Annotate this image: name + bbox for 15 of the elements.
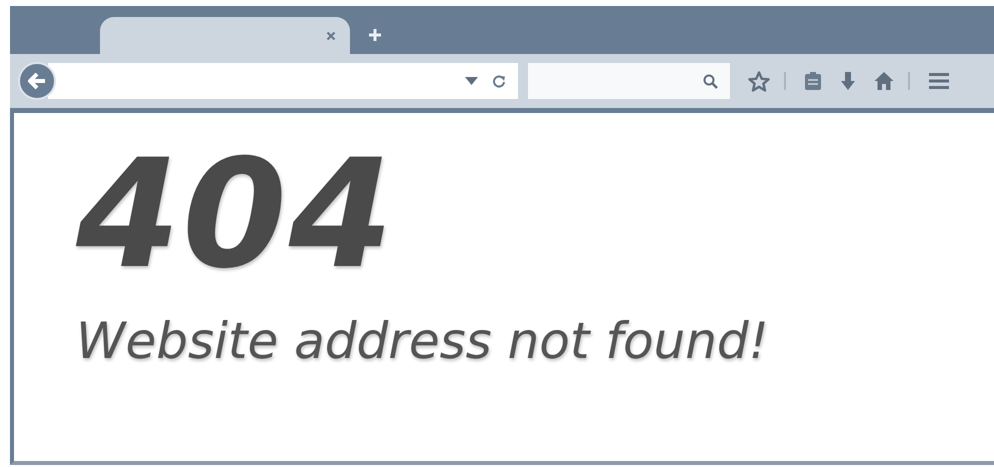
search-field[interactable] [528, 63, 730, 99]
star-icon[interactable] [748, 70, 770, 92]
address-field[interactable] [48, 63, 518, 99]
dropdown-icon[interactable] [465, 77, 478, 85]
search-icon[interactable] [703, 74, 718, 88]
back-button[interactable] [18, 62, 56, 100]
new-tab-icon[interactable] [368, 28, 382, 42]
clipboard-icon[interactable] [804, 71, 822, 91]
download-icon[interactable] [840, 71, 856, 91]
home-icon[interactable] [874, 71, 894, 91]
error-message: Website address not found! [76, 312, 770, 370]
reload-icon[interactable] [492, 74, 506, 88]
error-code: 404 [76, 133, 396, 298]
close-icon[interactable] [326, 30, 336, 40]
menu-icon[interactable] [928, 72, 950, 90]
